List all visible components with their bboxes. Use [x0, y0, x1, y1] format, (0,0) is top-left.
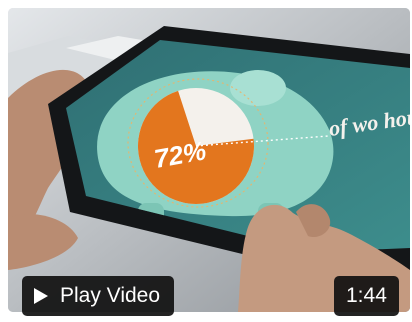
thumbnail-illustration: 72% of wo hous	[8, 8, 410, 312]
video-thumbnail[interactable]: 72% of wo hous	[8, 8, 410, 312]
play-icon	[34, 288, 48, 304]
video-duration: 1:44	[346, 284, 387, 307]
video-player[interactable]: 72% of wo hous Play Video 1:44	[0, 0, 412, 322]
video-duration-badge: 1:44	[334, 276, 399, 316]
piggy-ear	[230, 70, 286, 106]
play-video-label: Play Video	[60, 284, 161, 307]
play-video-button[interactable]: Play Video	[22, 276, 175, 316]
